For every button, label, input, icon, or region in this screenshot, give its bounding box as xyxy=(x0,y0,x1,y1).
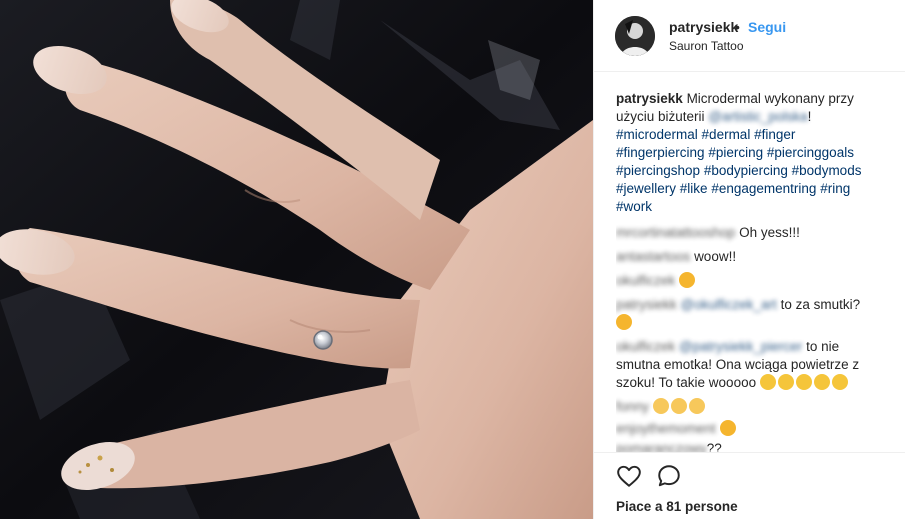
comment: fonny xyxy=(616,398,884,416)
hashtag[interactable]: #dermal xyxy=(702,127,751,142)
hashtag[interactable]: #microdermal xyxy=(616,127,698,142)
comment-text: woow!! xyxy=(694,249,737,264)
heart-icon[interactable] xyxy=(616,463,644,491)
screaming-face-emoji xyxy=(813,374,830,390)
hashtag[interactable]: #bodypiercing xyxy=(704,163,788,178)
caption-username[interactable]: patrysiekk xyxy=(616,91,683,106)
comment: enjoythemoment xyxy=(616,420,884,438)
grimacing-face-emoji xyxy=(652,398,669,414)
hashtag[interactable]: #piercingshop xyxy=(616,163,700,178)
comment: okulficzek @patrysiekk_piercer to nie sm… xyxy=(616,338,884,392)
hand-photo-illustration xyxy=(0,0,593,519)
comments-list[interactable]: patrysiekk Microdermal wykonany przy uży… xyxy=(616,90,884,452)
post-side-panel: patrysiekk • Segui Sauron Tattoo patrysi… xyxy=(593,0,905,519)
comment-username[interactable]: fonny xyxy=(616,399,649,414)
comment: pomaranczowy?? xyxy=(616,440,884,452)
caption-text-2: ! xyxy=(807,109,812,124)
comment-text: Oh yess!!! xyxy=(739,225,800,240)
comment: patrysiekk @okulficzek_art to za smutki? xyxy=(616,296,884,332)
hashtag[interactable]: #bodymods xyxy=(792,163,862,178)
screaming-face-emoji xyxy=(795,374,812,390)
hashtag[interactable]: #piercing xyxy=(708,145,763,160)
screaming-face-emoji xyxy=(831,374,848,390)
heart-eyes-emoji xyxy=(719,420,736,436)
hashtag[interactable]: #jewellery xyxy=(616,181,676,196)
post-header: patrysiekk • Segui Sauron Tattoo xyxy=(594,0,905,72)
grimacing-face-emoji xyxy=(670,398,687,414)
comment-username[interactable]: antastartoos xyxy=(616,249,690,264)
header-location[interactable]: Sauron Tattoo xyxy=(669,39,744,53)
hashtag[interactable]: #like xyxy=(680,181,708,196)
avatar[interactable] xyxy=(615,16,655,56)
header-separator: • xyxy=(735,19,740,35)
comment-username[interactable]: okulficzek xyxy=(616,339,675,354)
sad-face-emoji xyxy=(679,272,696,288)
caption: patrysiekk Microdermal wykonany przy uży… xyxy=(616,90,884,216)
comment-mention[interactable]: @okulficzek_art xyxy=(681,297,777,312)
comment-username[interactable]: okulficzek xyxy=(616,273,675,288)
hashtag[interactable]: #work xyxy=(616,199,652,214)
likes-count[interactable]: Piace a 81 persone xyxy=(616,499,738,514)
hashtag[interactable]: #finger xyxy=(754,127,795,142)
hashtag[interactable]: #engagementring xyxy=(711,181,816,196)
post-actions: Piace a 81 persone xyxy=(594,452,905,519)
comment-username[interactable]: enjoythemoment xyxy=(616,421,716,436)
screaming-face-emoji xyxy=(777,374,794,390)
comment-icon[interactable] xyxy=(656,463,684,491)
grimacing-face-emoji xyxy=(688,398,705,414)
comment-text: ?? xyxy=(706,441,722,452)
comment-username[interactable]: mrcortinatattooshop xyxy=(616,225,735,240)
thinking-face-emoji xyxy=(616,314,632,330)
header-username[interactable]: patrysiekk xyxy=(669,19,738,35)
comment-username[interactable]: patrysiekk xyxy=(616,297,677,312)
hashtag[interactable]: #piercinggoals xyxy=(767,145,854,160)
follow-button[interactable]: Segui xyxy=(748,19,786,35)
comment: antastartoos woow!! xyxy=(616,248,884,266)
avatar-image xyxy=(615,16,655,56)
comment: mrcortinatattooshop Oh yess!!! xyxy=(616,224,884,242)
comment: okulficzek xyxy=(616,272,884,290)
comment-mention[interactable]: @patrysiekk_piercer xyxy=(679,339,802,354)
microdermal-gem xyxy=(313,330,333,350)
comment-text: to za smutki? xyxy=(780,297,861,312)
post-photo[interactable] xyxy=(0,0,593,519)
screaming-face-emoji xyxy=(759,374,776,390)
comment-username[interactable]: pomaranczowy xyxy=(616,441,707,452)
hashtag[interactable]: #ring xyxy=(820,181,850,196)
caption-mention[interactable]: @artistic_polska xyxy=(708,109,807,124)
instagram-post: patrysiekk • Segui Sauron Tattoo patrysi… xyxy=(0,0,905,519)
hashtag[interactable]: #fingerpiercing xyxy=(616,145,705,160)
